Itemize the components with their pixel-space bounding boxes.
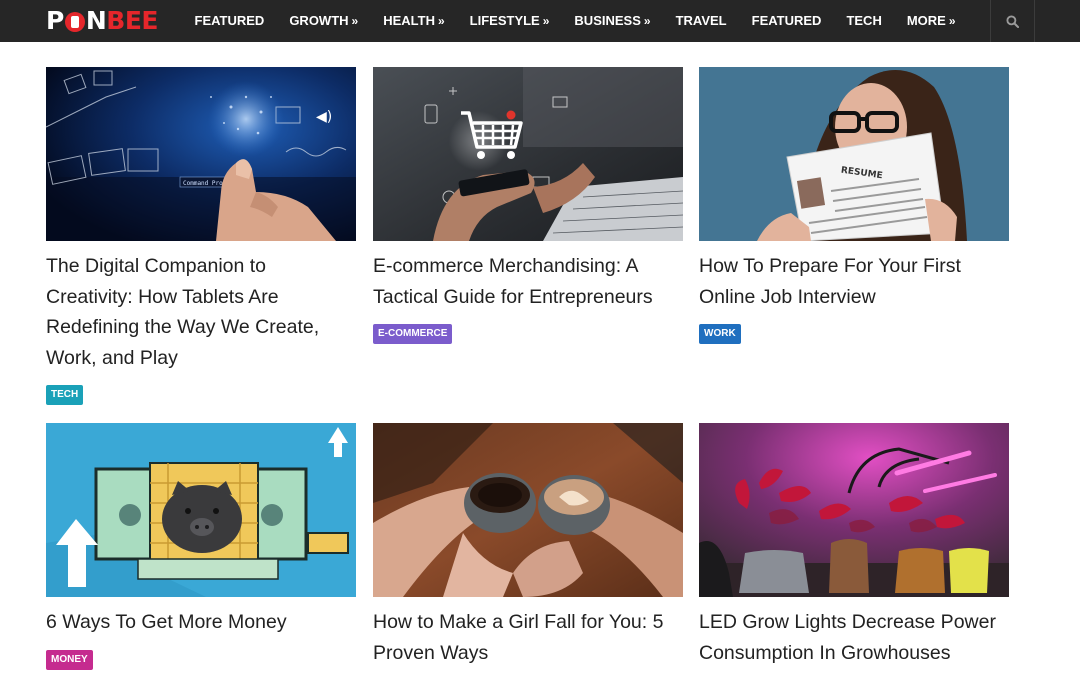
hand-touching-digital-brain-image: ◀) Command Prompt: [46, 67, 356, 241]
double-chevron-right-icon: »: [948, 14, 956, 28]
top-navigation-bar: P N BEE FEATURED GROWTH» HEALTH» LIFESTYLE…: [0, 0, 1080, 42]
couple-holding-coffee-cups-image: [373, 423, 683, 597]
double-chevron-right-icon: »: [542, 14, 550, 28]
article-thumbnail[interactable]: RESUME: [699, 67, 1009, 241]
article-card: LED Grow Lights Decrease Power Consumpti…: [699, 423, 1009, 668]
article-title[interactable]: The Digital Companion to Creativity: How…: [46, 251, 356, 373]
piggy-bank-illustration-image: [46, 423, 356, 597]
article-thumbnail[interactable]: [373, 67, 683, 241]
article-title[interactable]: LED Grow Lights Decrease Power Consumpti…: [699, 607, 1009, 668]
article-card: How to Make a Girl Fall for You: 5 Prove…: [373, 423, 683, 668]
article-card: E-commerce Merchandising: A Tactical Gui…: [373, 67, 683, 344]
article-thumbnail[interactable]: [699, 423, 1009, 597]
search-button[interactable]: [990, 0, 1035, 42]
article-thumbnail[interactable]: ◀) Command Prompt: [46, 67, 356, 241]
double-chevron-right-icon: »: [351, 14, 359, 28]
nav-item-travel[interactable]: TRAVEL: [663, 0, 739, 42]
nav-item-growth[interactable]: GROWTH»: [277, 0, 371, 42]
search-icon: [1006, 14, 1019, 28]
article-thumbnail[interactable]: [373, 423, 683, 597]
nav-item-health[interactable]: HEALTH»: [371, 0, 457, 42]
nav-item-lifestyle[interactable]: LIFESTYLE»: [457, 0, 562, 42]
svg-text:◀): ◀): [316, 109, 332, 125]
category-badge[interactable]: MONEY: [46, 649, 93, 670]
site-logo[interactable]: P N BEE: [46, 7, 158, 35]
category-badge[interactable]: WORK: [699, 324, 741, 344]
nav-item-featured-2[interactable]: FEATURED: [739, 0, 834, 42]
article-title[interactable]: How To Prepare For Your First Online Job…: [699, 251, 1009, 312]
logo-badge-icon: [64, 12, 85, 32]
article-title[interactable]: How to Make a Girl Fall for You: 5 Prove…: [373, 607, 683, 668]
nav-item-tech[interactable]: TECH: [834, 0, 894, 42]
category-badge[interactable]: TECH: [46, 385, 84, 405]
article-card: RESUME How To Prepare For Your First Onl…: [699, 67, 1009, 344]
plants-under-led-grow-light-image: [699, 423, 1009, 597]
phone-shopping-cart-image: [373, 67, 683, 241]
nav-item-more[interactable]: MORE»: [894, 0, 968, 42]
woman-holding-resume-image: RESUME: [699, 67, 1009, 241]
article-title[interactable]: 6 Ways To Get More Money: [46, 607, 356, 638]
article-card: 6 Ways To Get More Money MONEY: [46, 423, 356, 670]
article-thumbnail[interactable]: [46, 423, 356, 597]
double-chevron-right-icon: »: [437, 14, 445, 28]
nav-item-featured[interactable]: FEATURED: [182, 0, 277, 42]
double-chevron-right-icon: »: [643, 14, 651, 28]
main-nav: FEATURED GROWTH» HEALTH» LIFESTYLE» BUSI…: [182, 0, 968, 42]
category-badge[interactable]: E-COMMERCE: [373, 324, 453, 344]
article-title[interactable]: E-commerce Merchandising: A Tactical Gui…: [373, 251, 683, 312]
article-card: ◀) Command Prompt The Digital Companion …: [46, 67, 356, 405]
nav-item-business[interactable]: BUSINESS»: [562, 0, 663, 42]
